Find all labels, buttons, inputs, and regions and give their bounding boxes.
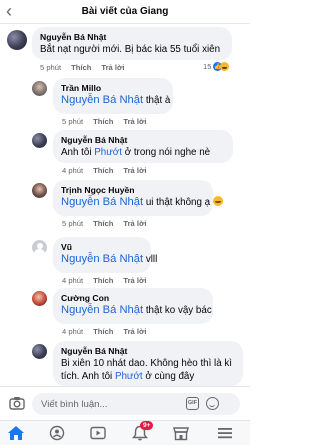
- avatar[interactable]: [32, 240, 47, 255]
- comment-time: 4 phút: [62, 327, 84, 336]
- comment-text: Anh tôi: [61, 147, 92, 158]
- comment-bubble: Cường Con Nguyễn Bá Nhật thật ko vậy bác: [53, 288, 213, 324]
- camera-icon[interactable]: [9, 396, 25, 410]
- comment-bubble: Nguyễn Bá Nhật Bắt nạt người mới. Bị bác…: [32, 27, 232, 60]
- comment-text: ui thật không ạ: [145, 197, 211, 208]
- post-header: ‹ Bài viết của Giang: [0, 0, 250, 24]
- comment-author[interactable]: Cường Con: [61, 292, 205, 304]
- back-arrow-icon[interactable]: ‹: [6, 2, 12, 20]
- comment-time: 5 phút: [40, 63, 62, 72]
- comment-text: tích. Anh tôi: [61, 371, 113, 382]
- like-button[interactable]: Thích: [93, 166, 113, 175]
- marketplace-icon[interactable]: [171, 425, 191, 441]
- reply-button[interactable]: Trả lời: [123, 276, 146, 285]
- bottom-tab-bar: 9+: [0, 420, 250, 445]
- reaction-summary[interactable]: 15 👍: [203, 62, 230, 71]
- menu-icon[interactable]: [215, 425, 235, 441]
- comment-actions: 5 phút Thích Trả lời: [62, 117, 147, 126]
- comment-bubble: Trịnh Ngọc Huyền Nguyễn Bá Nhật ui thật …: [53, 180, 223, 216]
- comment-actions: 5 phút Thích Trả lời: [62, 219, 147, 228]
- comment-text: thật à: [145, 95, 171, 106]
- mention-tag[interactable]: Nguyễn Bá Nhật: [61, 196, 143, 208]
- comment-author[interactable]: Nguyễn Bá Nhật: [40, 31, 224, 43]
- laughing-emoji-icon: [212, 196, 223, 206]
- profile-link[interactable]: Phướt: [94, 147, 122, 158]
- comment-text: Bắt nạt người mới. Bị bác kia 55 tuổi xi…: [40, 44, 221, 55]
- notifications-tab[interactable]: 9+: [130, 421, 154, 441]
- like-button[interactable]: Thích: [93, 117, 113, 126]
- comment-bubble: Trần Millo Nguyễn Bá Nhật thật à: [53, 78, 173, 114]
- avatar[interactable]: [32, 81, 47, 96]
- comment-input-placeholder: Viết bình luận...: [41, 398, 108, 410]
- comment-author[interactable]: Trần Millo: [61, 82, 165, 94]
- mention-tag[interactable]: Nguyễn Bá Nhật: [61, 304, 143, 316]
- comment-text: vlll: [145, 254, 158, 265]
- reply-button[interactable]: Trả lời: [101, 63, 124, 72]
- reply-button[interactable]: Trả lời: [123, 166, 146, 175]
- comment-text: thật ko vậy bác: [145, 305, 212, 316]
- emoji-icon[interactable]: [206, 397, 219, 410]
- comment-text: Bi xiên 10 nhát dao. Không hèo thì là kì: [61, 358, 233, 369]
- comment-actions: 4 phút Thích Trả lời: [62, 276, 147, 285]
- comment-author[interactable]: Trịnh Ngọc Huyền: [61, 184, 205, 196]
- gif-icon[interactable]: GIF: [186, 397, 199, 410]
- page-title: Bài viết của Giang: [81, 6, 169, 17]
- avatar[interactable]: [32, 291, 47, 306]
- comment-author[interactable]: Vũ: [61, 241, 143, 253]
- like-button[interactable]: Thích: [71, 63, 91, 72]
- comment-time: 5 phút: [62, 219, 84, 228]
- reply-button[interactable]: Trả lời: [123, 117, 146, 126]
- comment-author[interactable]: Nguyễn Bá Nhật: [61, 134, 225, 146]
- comment-bubble: Nguyễn Bá Nhật Bi xiên 10 nhát dao. Khôn…: [53, 341, 243, 386]
- reply-button[interactable]: Trả lời: [123, 327, 146, 336]
- home-icon[interactable]: [6, 425, 26, 441]
- comment-time: 5 phút: [62, 117, 84, 126]
- avatar[interactable]: [32, 133, 47, 148]
- like-button[interactable]: Thích: [93, 219, 113, 228]
- comment-bubble: Nguyễn Bá Nhật Anh tôi Phướt ở trong nói…: [53, 130, 233, 163]
- avatar[interactable]: [32, 344, 47, 359]
- mention-tag[interactable]: Nguyễn Bá Nhật: [61, 94, 143, 106]
- comment-composer: Viết bình luận... GIF: [0, 386, 250, 420]
- comment-time: 4 phút: [62, 166, 84, 175]
- comment-text: ở cùng đây: [145, 371, 195, 382]
- haha-reaction-icon: [220, 62, 230, 71]
- like-button[interactable]: Thích: [93, 327, 113, 336]
- comment-author[interactable]: Nguyễn Bá Nhật: [61, 345, 235, 357]
- reply-button[interactable]: Trả lời: [123, 219, 146, 228]
- comment-time: 4 phút: [62, 276, 84, 285]
- profile-link[interactable]: Phướt: [115, 371, 143, 382]
- groups-icon[interactable]: [47, 425, 67, 441]
- comment-bubble: Vũ Nguyễn Bá Nhật vlll: [53, 237, 157, 273]
- comment-actions: 4 phút Thích Trả lời: [62, 166, 147, 175]
- comment-actions: 4 phút Thích Trả lời: [62, 327, 147, 336]
- mention-tag[interactable]: Nguyễn Bá Nhật: [61, 253, 143, 265]
- avatar[interactable]: [32, 183, 47, 198]
- reaction-count: 15: [203, 62, 212, 71]
- notification-badge: 9+: [140, 421, 154, 430]
- watch-icon[interactable]: [88, 425, 108, 441]
- comment-actions: 5 phút Thích Trả lời: [40, 63, 125, 72]
- avatar[interactable]: [7, 30, 27, 50]
- like-button[interactable]: Thích: [93, 276, 113, 285]
- comment-text: ở trong nói nghe nè: [124, 147, 211, 158]
